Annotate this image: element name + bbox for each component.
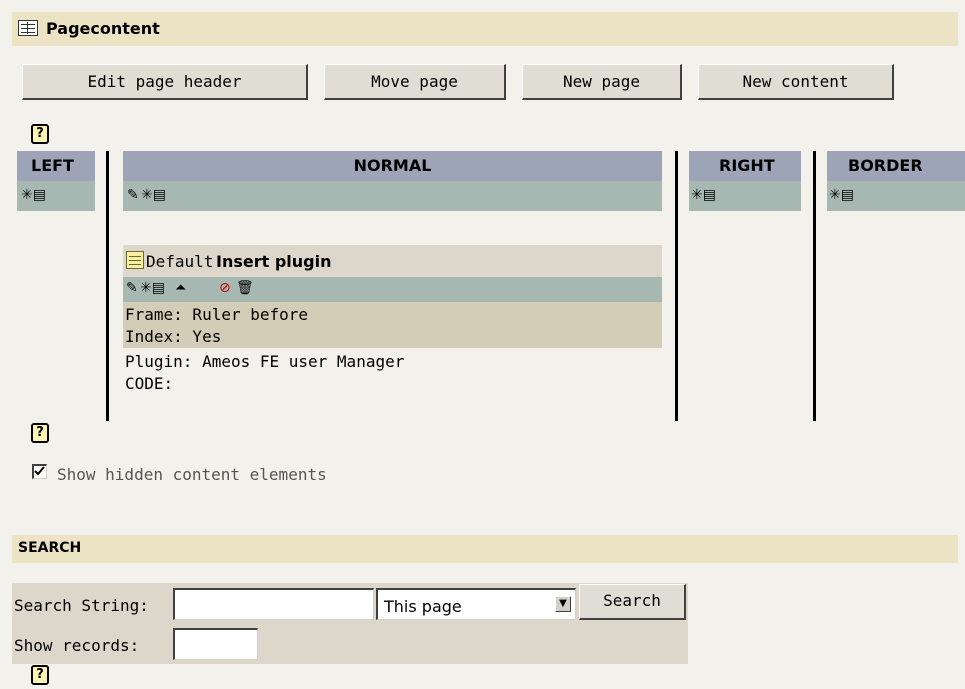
table-icon [18, 20, 38, 36]
show-records-label: Show records: [14, 636, 140, 655]
delete-icon[interactable]: 🗑 [236, 280, 254, 296]
content-code: CODE: [125, 374, 174, 393]
new-record-icon[interactable]: ✳▤ [829, 187, 854, 203]
new-record-icon[interactable]: ✳▤ [691, 187, 716, 203]
new-content-button[interactable]: New content [698, 64, 894, 100]
edit-page-header-button[interactable]: Edit page header [22, 64, 308, 100]
column-divider [813, 151, 816, 421]
content-plugin: Plugin: Ameos FE user Manager [125, 352, 405, 371]
content-type-icon [126, 251, 144, 269]
column-header-border: BORDER [827, 151, 965, 181]
column-header-normal: NORMAL [123, 151, 662, 181]
column-header-right: RIGHT [689, 151, 801, 181]
new-record-icon[interactable]: ✳▤ [141, 187, 166, 203]
new-record-icon[interactable]: ✳▤ [21, 187, 46, 203]
column-header-left: LEFT [17, 151, 95, 181]
edit-pencil-icon[interactable]: ✎ [127, 187, 139, 203]
help-icon[interactable]: ? [31, 124, 49, 144]
new-page-button[interactable]: New page [522, 64, 682, 100]
help-icon[interactable]: ? [31, 423, 49, 443]
column-tools-border: ✳▤ [827, 181, 965, 211]
search-scope-select[interactable]: This page ▼ [376, 588, 576, 620]
search-button[interactable]: Search [579, 584, 686, 620]
search-string-label: Search String: [14, 596, 149, 615]
content-element-tools: ✎ ✳▤ ⏶ ⊘ 🗑 [123, 277, 662, 302]
content-title[interactable]: Insert plugin [216, 252, 331, 271]
content-index: Index: Yes [125, 327, 222, 346]
show-records-input[interactable] [173, 628, 258, 660]
column-tools-normal: ✎ ✳▤ [123, 181, 662, 211]
help-icon[interactable]: ? [31, 665, 49, 685]
pagecontent-title: Pagecontent [46, 19, 160, 38]
edit-pencil-icon[interactable]: ✎ [126, 280, 138, 296]
chevron-down-icon[interactable]: ▼ [555, 596, 571, 612]
search-header: SEARCH [12, 535, 958, 563]
move-page-button[interactable]: Move page [324, 64, 506, 100]
search-title: SEARCH [18, 540, 82, 556]
new-record-icon[interactable]: ✳▤ [140, 280, 165, 296]
move-up-icon[interactable]: ⏶ [175, 280, 186, 296]
column-tools-left: ✳▤ [17, 181, 95, 211]
show-hidden-checkbox[interactable] [32, 464, 47, 479]
show-hidden-label[interactable]: Show hidden content elements [57, 465, 327, 484]
content-type-label: Default [146, 252, 214, 271]
hide-icon[interactable]: ⊘ [219, 280, 231, 296]
content-frame: Frame: Ruler before [125, 305, 309, 324]
content-element-header: Default Insert plugin [123, 245, 662, 277]
search-input[interactable] [173, 588, 374, 620]
column-divider [675, 151, 678, 421]
column-divider [106, 151, 109, 421]
column-tools-right: ✳▤ [689, 181, 801, 211]
search-scope-value: This page [384, 597, 462, 616]
pagecontent-header: Pagecontent [12, 12, 958, 46]
